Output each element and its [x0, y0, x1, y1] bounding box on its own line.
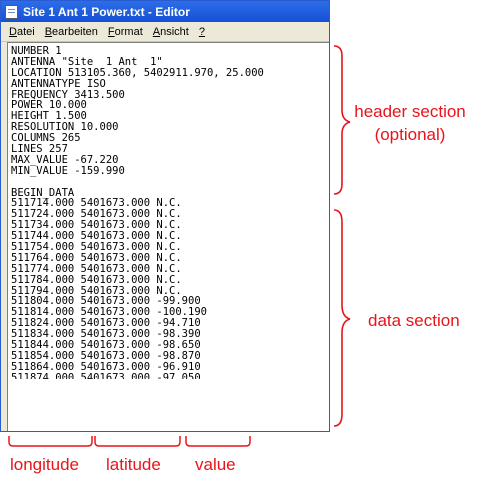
value-label: value	[195, 455, 236, 474]
latitude-bracket	[94, 436, 181, 447]
annotation-overlay	[8, 45, 351, 447]
value-bracket	[185, 436, 251, 447]
header-section-label: header section (optional)	[354, 102, 466, 144]
longitude-label: longitude	[10, 455, 80, 474]
data-section-label: data section	[368, 311, 460, 330]
data-brace	[333, 209, 351, 427]
longitude-bracket	[8, 436, 93, 447]
latitude-label: latitude	[106, 455, 161, 474]
